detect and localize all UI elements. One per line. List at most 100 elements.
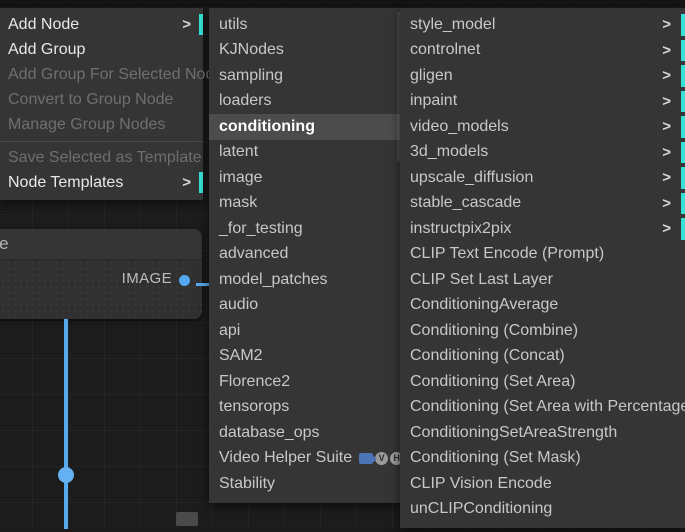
category-menu-item-label: conditioning <box>219 118 315 136</box>
conditioning-menu-item[interactable]: upscale_diffusion > <box>400 165 685 191</box>
context-menu-item: Manage Group Nodes <box>0 112 203 137</box>
context-menu-item-label: Node Templates <box>8 174 123 192</box>
context-menu-item[interactable]: Node Templates > <box>0 170 203 195</box>
conditioning-menu-item[interactable]: Conditioning (Concat) <box>400 344 685 370</box>
conditioning-menu-item-label: Conditioning (Set Area) <box>410 373 575 391</box>
category-menu-item-label: utils <box>219 16 247 34</box>
conditioning-submenu[interactable]: style_model>controlnet>gligen>inpaint>vi… <box>400 8 685 528</box>
category-menu-item-label: api <box>219 322 240 340</box>
conditioning-menu-item-label: inpaint <box>410 92 457 110</box>
chevron-right-icon: > <box>662 42 671 59</box>
conditioning-menu-item[interactable]: Conditioning (Set Area) <box>400 369 685 395</box>
category-menu-item-label: advanced <box>219 245 288 263</box>
node-link-midpoint-dot[interactable] <box>58 467 74 483</box>
submenu-accent-bar <box>681 14 685 36</box>
conditioning-menu-item[interactable]: CLIP Text Encode (Prompt) <box>400 242 685 268</box>
category-menu-item-label: KJNodes <box>219 41 284 59</box>
conditioning-menu-item[interactable]: inpaint > <box>400 89 685 115</box>
category-menu-item-label: audio <box>219 296 258 314</box>
category-menu-item-label: image <box>219 169 263 187</box>
conditioning-menu-item[interactable]: controlnet > <box>400 38 685 64</box>
category-menu-item[interactable]: Florence2 <box>209 369 402 395</box>
conditioning-menu-item-label: Conditioning (Concat) <box>410 347 565 365</box>
conditioning-menu-item[interactable]: style_model> <box>400 12 685 38</box>
conditioning-menu-item[interactable]: stable_cascade> <box>400 191 685 217</box>
conditioning-menu-item[interactable]: unCLIPConditioning <box>400 497 685 523</box>
conditioning-menu-item[interactable]: Conditioning (Combine) <box>400 318 685 344</box>
conditioning-menu-item-label: CLIP Vision Encode <box>410 475 552 493</box>
node-link-wire <box>64 319 68 529</box>
category-menu-item[interactable]: _for_testing <box>209 216 402 242</box>
conditioning-menu-item[interactable]: CLIP Set Last Layer <box>400 267 685 293</box>
category-menu-item[interactable]: model_patches <box>209 267 402 293</box>
submenu-accent-bar <box>681 218 685 240</box>
context-menu-item-label: Convert to Group Node <box>8 91 173 109</box>
conditioning-menu-item-label: gligen <box>410 67 453 85</box>
background-node-widget <box>176 512 198 526</box>
chevron-right-icon: > <box>662 118 671 135</box>
chevron-right-icon: > <box>182 16 191 33</box>
context-menu-item[interactable]: Add Node> <box>0 12 203 37</box>
category-menu-item[interactable]: api <box>209 318 402 344</box>
category-menu-item[interactable]: Video Helper SuiteVHS <box>209 446 402 472</box>
category-menu-item-label: loaders <box>219 92 271 110</box>
conditioning-menu-item-label: upscale_diffusion <box>410 169 533 187</box>
chevron-right-icon: > <box>662 67 671 84</box>
category-menu-item[interactable]: conditioning <box>209 114 402 140</box>
submenu-accent-bar <box>681 40 685 62</box>
category-menu-item[interactable]: utils <box>209 12 402 38</box>
chevron-right-icon: > <box>662 144 671 161</box>
context-menu[interactable]: Add Node>Add GroupAdd Group For Selected… <box>0 8 203 200</box>
category-menu-item[interactable]: latent <box>209 140 402 166</box>
conditioning-menu-item[interactable]: gligen > <box>400 63 685 89</box>
context-menu-item-label: Add Group <box>8 41 85 59</box>
conditioning-menu-item-label: style_model <box>410 16 495 34</box>
conditioning-menu-item[interactable]: Conditioning (Set Area with Percentage) <box>400 395 685 421</box>
conditioning-menu-item-label: ConditioningSetAreaStrength <box>410 424 617 442</box>
node-output-wire-stub <box>196 283 210 286</box>
category-menu-item[interactable]: audio <box>209 293 402 319</box>
category-menu-item-label: tensorops <box>219 398 289 416</box>
chevron-right-icon: > <box>662 195 671 212</box>
chevron-right-icon: > <box>662 93 671 110</box>
conditioning-menu-item-label: ConditioningAverage <box>410 296 558 314</box>
add-node-category-menu[interactable]: utils KJNodes sampling loaders conditioning l… <box>209 8 402 503</box>
category-menu-item[interactable]: loaders <box>209 89 402 115</box>
vae-decode-node[interactable]: Decode s IMAGE <box>0 229 202 319</box>
top-edge-strip <box>0 0 685 7</box>
conditioning-menu-item-label: Conditioning (Combine) <box>410 322 578 340</box>
context-menu-item[interactable]: Add Group <box>0 37 203 62</box>
category-menu-item[interactable]: KJNodes <box>209 38 402 64</box>
category-menu-item[interactable]: tensorops <box>209 395 402 421</box>
category-menu-item-label: latent <box>219 143 258 161</box>
submenu-accent-bar <box>681 193 685 215</box>
chevron-right-icon: > <box>662 169 671 186</box>
conditioning-menu-item[interactable]: ConditioningAverage <box>400 293 685 319</box>
conditioning-menu-item[interactable]: Conditioning (Set Mask) <box>400 446 685 472</box>
category-menu-item-label: model_patches <box>219 271 328 289</box>
node-output-port[interactable] <box>179 275 190 286</box>
category-menu-item-label: Florence2 <box>219 373 290 391</box>
context-menu-item-label: Add Group For Selected Nodes <box>8 66 231 84</box>
category-menu-item[interactable]: Stability <box>209 471 402 497</box>
category-menu-item-label: mask <box>219 194 257 212</box>
submenu-accent-bar <box>199 14 203 35</box>
category-menu-item[interactable]: SAM2 <box>209 344 402 370</box>
conditioning-menu-item[interactable]: 3d_models> <box>400 140 685 166</box>
category-menu-item-label: Stability <box>219 475 275 493</box>
context-menu-item: Save Selected as Template <box>0 145 203 170</box>
submenu-accent-bar <box>681 142 685 164</box>
conditioning-menu-item-label: controlnet <box>410 41 480 59</box>
category-menu-item[interactable]: image <box>209 165 402 191</box>
conditioning-menu-item[interactable]: instructpix2pix> <box>400 216 685 242</box>
category-menu-item[interactable]: database_ops <box>209 420 402 446</box>
conditioning-menu-item[interactable]: video_models> <box>400 114 685 140</box>
conditioning-menu-item[interactable]: CLIP Vision Encode <box>400 471 685 497</box>
conditioning-menu-item-label: CLIP Text Encode (Prompt) <box>410 245 604 263</box>
chevron-right-icon: > <box>182 174 191 191</box>
category-menu-item[interactable]: advanced <box>209 242 402 268</box>
submenu-accent-bar <box>681 167 685 189</box>
category-menu-item[interactable]: sampling <box>209 63 402 89</box>
category-menu-item[interactable]: mask <box>209 191 402 217</box>
conditioning-menu-item[interactable]: ConditioningSetAreaStrength <box>400 420 685 446</box>
